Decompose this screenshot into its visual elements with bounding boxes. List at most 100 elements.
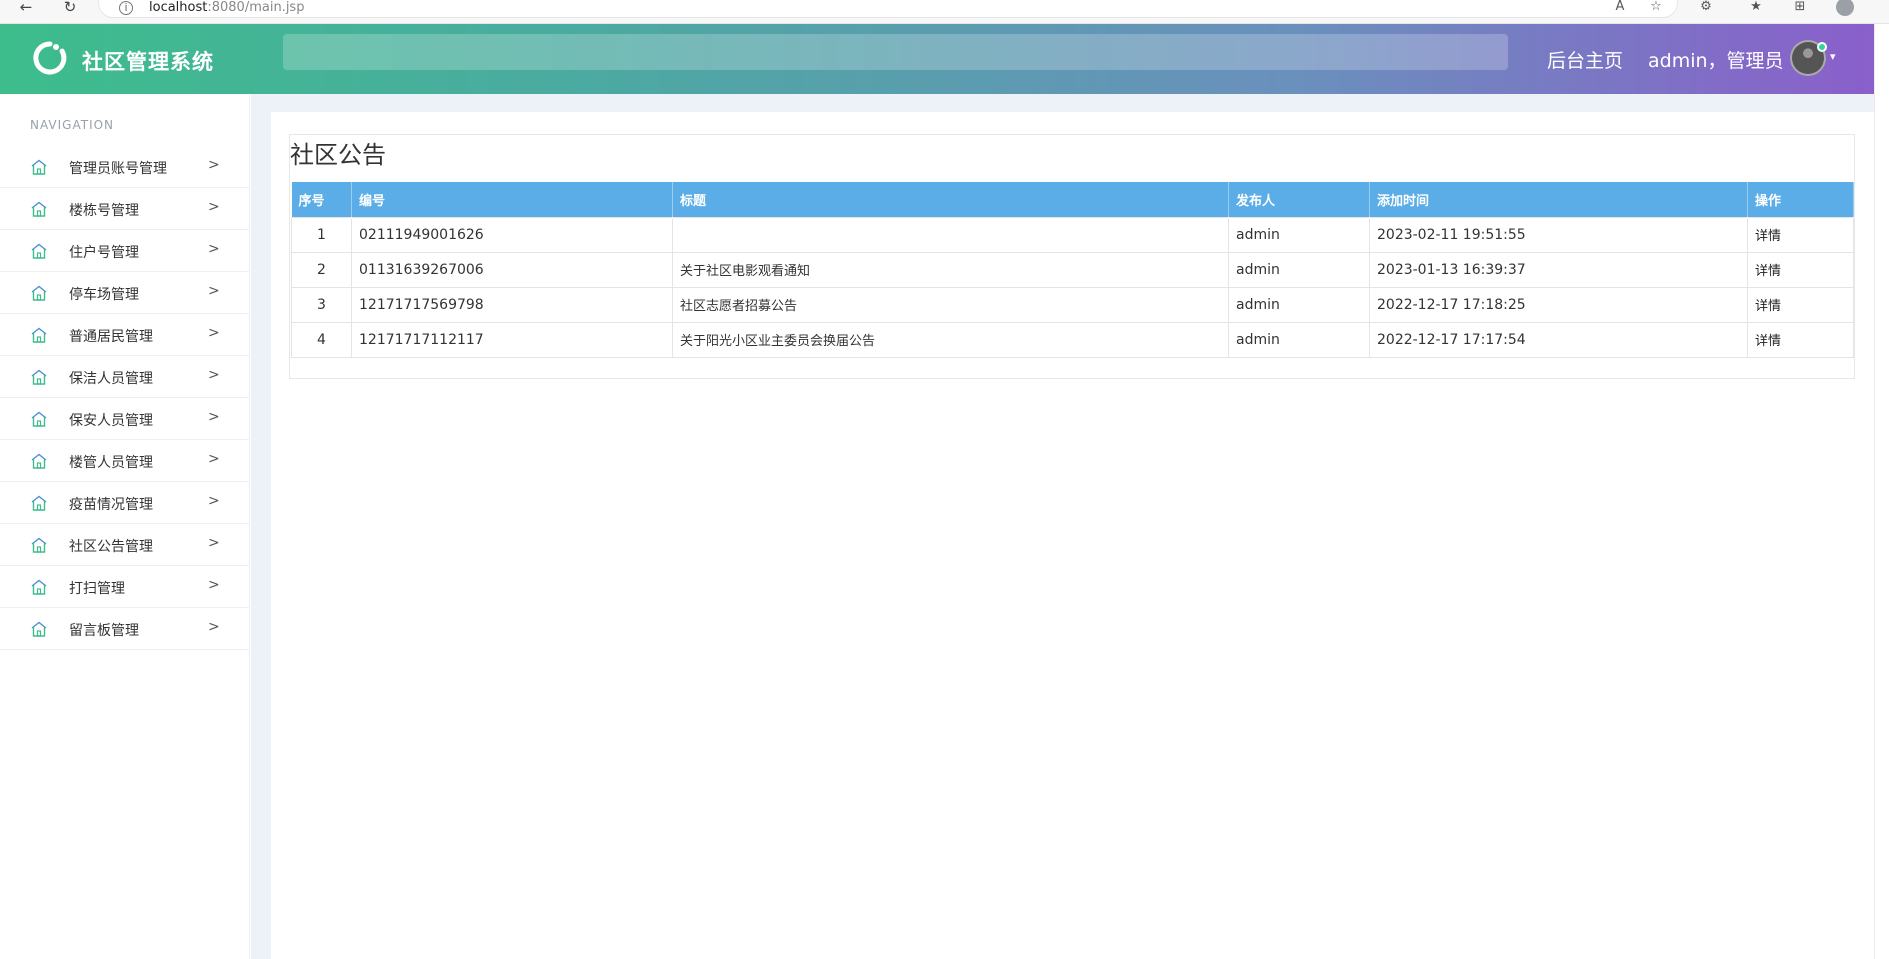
- app-header: 社区管理系统 后台主页 admin，管理员 ▾: [0, 24, 1874, 94]
- home-icon: [31, 495, 47, 511]
- announcement-panel: 社区公告 序号 编号 标题 发布人 添加时间 操作 1 0211194900162…: [289, 134, 1855, 379]
- home-icon: [31, 411, 47, 427]
- profile-icon[interactable]: [1836, 0, 1854, 16]
- extensions-icon[interactable]: ⚙: [1696, 0, 1716, 16]
- home-icon: [31, 453, 47, 469]
- column-header: 序号: [291, 182, 352, 217]
- home-icon: [31, 159, 47, 175]
- column-header: 编号: [351, 182, 673, 217]
- cell-time: 2023-02-11 19:51:55: [1369, 216, 1748, 253]
- cell-index: 1: [291, 216, 352, 253]
- chevron-right-icon: >: [208, 325, 220, 341]
- cell-publisher: admin: [1228, 286, 1370, 323]
- column-header: 添加时间: [1369, 182, 1748, 217]
- cell-code: 12171717569798: [351, 286, 673, 323]
- sidebar-item-label: 保安人员管理: [69, 413, 153, 429]
- favorites-icon[interactable]: ★: [1746, 0, 1766, 16]
- content-card: 社区公告 序号 编号 标题 发布人 添加时间 操作 1 0211194900162…: [271, 112, 1874, 959]
- cell-title: 关于社区电影观看通知: [672, 251, 1229, 288]
- sidebar-item-label: 住户号管理: [69, 245, 139, 261]
- app-title: 社区管理系统: [82, 50, 214, 74]
- detail-link[interactable]: 详情: [1755, 264, 1781, 279]
- chevron-right-icon: >: [208, 493, 220, 509]
- sidebar-item[interactable]: 停车场管理 >: [0, 272, 250, 314]
- cell-publisher: admin: [1228, 251, 1370, 288]
- info-icon[interactable]: i: [119, 1, 133, 15]
- table-header-row: 序号 编号 标题 发布人 添加时间 操作: [291, 182, 1854, 217]
- sidebar-item[interactable]: 保安人员管理 >: [0, 398, 250, 440]
- sidebar-item-label: 打扫管理: [69, 581, 125, 597]
- page-title: 社区公告: [290, 141, 386, 169]
- sidebar-item[interactable]: 管理员账号管理 >: [0, 146, 250, 188]
- detail-link[interactable]: 详情: [1755, 229, 1781, 244]
- detail-link[interactable]: 详情: [1755, 334, 1781, 349]
- sidebar-item[interactable]: 留言板管理 >: [0, 608, 250, 650]
- chevron-right-icon: >: [208, 157, 220, 173]
- cell-code: 12171717112117: [351, 321, 673, 358]
- sidebar-item[interactable]: 社区公告管理 >: [0, 524, 250, 566]
- online-status-icon: [1817, 42, 1827, 52]
- table-body: 1 02111949001626 admin 2023-02-11 19:51:55 详…: [291, 216, 1854, 358]
- chevron-right-icon: >: [208, 409, 220, 425]
- home-icon: [31, 537, 47, 553]
- cell-time: 2022-12-17 17:17:54: [1369, 321, 1748, 358]
- url-text: localhost:8080/main.jsp: [149, 0, 305, 15]
- chevron-right-icon: >: [208, 535, 220, 551]
- chevron-right-icon: >: [208, 283, 220, 299]
- table-row: 1 02111949001626 admin 2023-02-11 19:51:55 详…: [291, 216, 1854, 253]
- cell-action: 详情: [1747, 321, 1854, 358]
- search-input[interactable]: [283, 34, 1508, 70]
- cell-time: 2022-12-17 17:18:25: [1369, 286, 1748, 323]
- sidebar-item[interactable]: 楼管人员管理 >: [0, 440, 250, 482]
- home-icon: [31, 369, 47, 385]
- cell-action: 详情: [1747, 286, 1854, 323]
- chevron-right-icon: >: [208, 199, 220, 215]
- table-row: 3 12171717569798 社区志愿者招募公告 admin 2022-12-17 …: [291, 286, 1854, 323]
- read-aloud-icon[interactable]: A: [1610, 0, 1630, 16]
- cell-publisher: admin: [1228, 216, 1370, 253]
- cell-index: 3: [291, 286, 352, 323]
- sidebar-item[interactable]: 疫苗情况管理 >: [0, 482, 250, 524]
- chevron-down-icon[interactable]: ▾: [1830, 50, 1836, 63]
- sidebar-item[interactable]: 住户号管理 >: [0, 230, 250, 272]
- sidebar-item-label: 管理员账号管理: [69, 161, 167, 177]
- address-bar[interactable]: i localhost:8080/main.jsp: [98, 0, 1678, 18]
- cell-title: [672, 216, 1229, 253]
- reload-icon[interactable]: ↻: [60, 0, 80, 16]
- home-icon: [31, 621, 47, 637]
- scrollbar[interactable]: [1874, 24, 1889, 959]
- chevron-right-icon: >: [208, 241, 220, 257]
- home-icon: [31, 579, 47, 595]
- nav-list: 管理员账号管理 > 楼栋号管理 > 住户号管理 > 停车场管理 > 普通居民管理 > 保洁人员管理 >…: [0, 146, 250, 650]
- home-icon: [31, 201, 47, 217]
- sidebar-item-label: 社区公告管理: [69, 539, 153, 555]
- collections-icon[interactable]: ⊞: [1790, 0, 1810, 16]
- sidebar: NAVIGATION 管理员账号管理 > 楼栋号管理 > 住户号管理 > 停车场管理 > 普通居…: [0, 94, 250, 959]
- chevron-right-icon: >: [208, 577, 220, 593]
- logo-icon: [33, 41, 67, 75]
- user-name[interactable]: admin，管理员: [1648, 46, 1784, 73]
- sidebar-item-label: 留言板管理: [69, 623, 139, 639]
- cell-action: 详情: [1747, 251, 1854, 288]
- sidebar-item[interactable]: 保洁人员管理 >: [0, 356, 250, 398]
- sidebar-item-label: 普通居民管理: [69, 329, 153, 345]
- cell-code: 02111949001626: [351, 216, 673, 253]
- detail-link[interactable]: 详情: [1755, 299, 1781, 314]
- sidebar-item[interactable]: 楼栋号管理 >: [0, 188, 250, 230]
- home-icon: [31, 285, 47, 301]
- cell-title: 关于阳光小区业主委员会换届公告: [672, 321, 1229, 358]
- cell-index: 4: [291, 321, 352, 358]
- sidebar-item[interactable]: 普通居民管理 >: [0, 314, 250, 356]
- favorites-add-icon[interactable]: ☆: [1646, 0, 1666, 16]
- main-area: 社区公告 序号 编号 标题 发布人 添加时间 操作 1 0211194900162…: [251, 94, 1874, 959]
- home-icon: [31, 327, 47, 343]
- chevron-right-icon: >: [208, 367, 220, 383]
- cell-action: 详情: [1747, 216, 1854, 253]
- cell-publisher: admin: [1228, 321, 1370, 358]
- home-link[interactable]: 后台主页: [1547, 46, 1623, 73]
- nav-heading: NAVIGATION: [30, 118, 115, 132]
- sidebar-item-label: 保洁人员管理: [69, 371, 153, 387]
- sidebar-item[interactable]: 打扫管理 >: [0, 566, 250, 608]
- home-icon: [31, 243, 47, 259]
- back-icon[interactable]: ←: [16, 0, 36, 16]
